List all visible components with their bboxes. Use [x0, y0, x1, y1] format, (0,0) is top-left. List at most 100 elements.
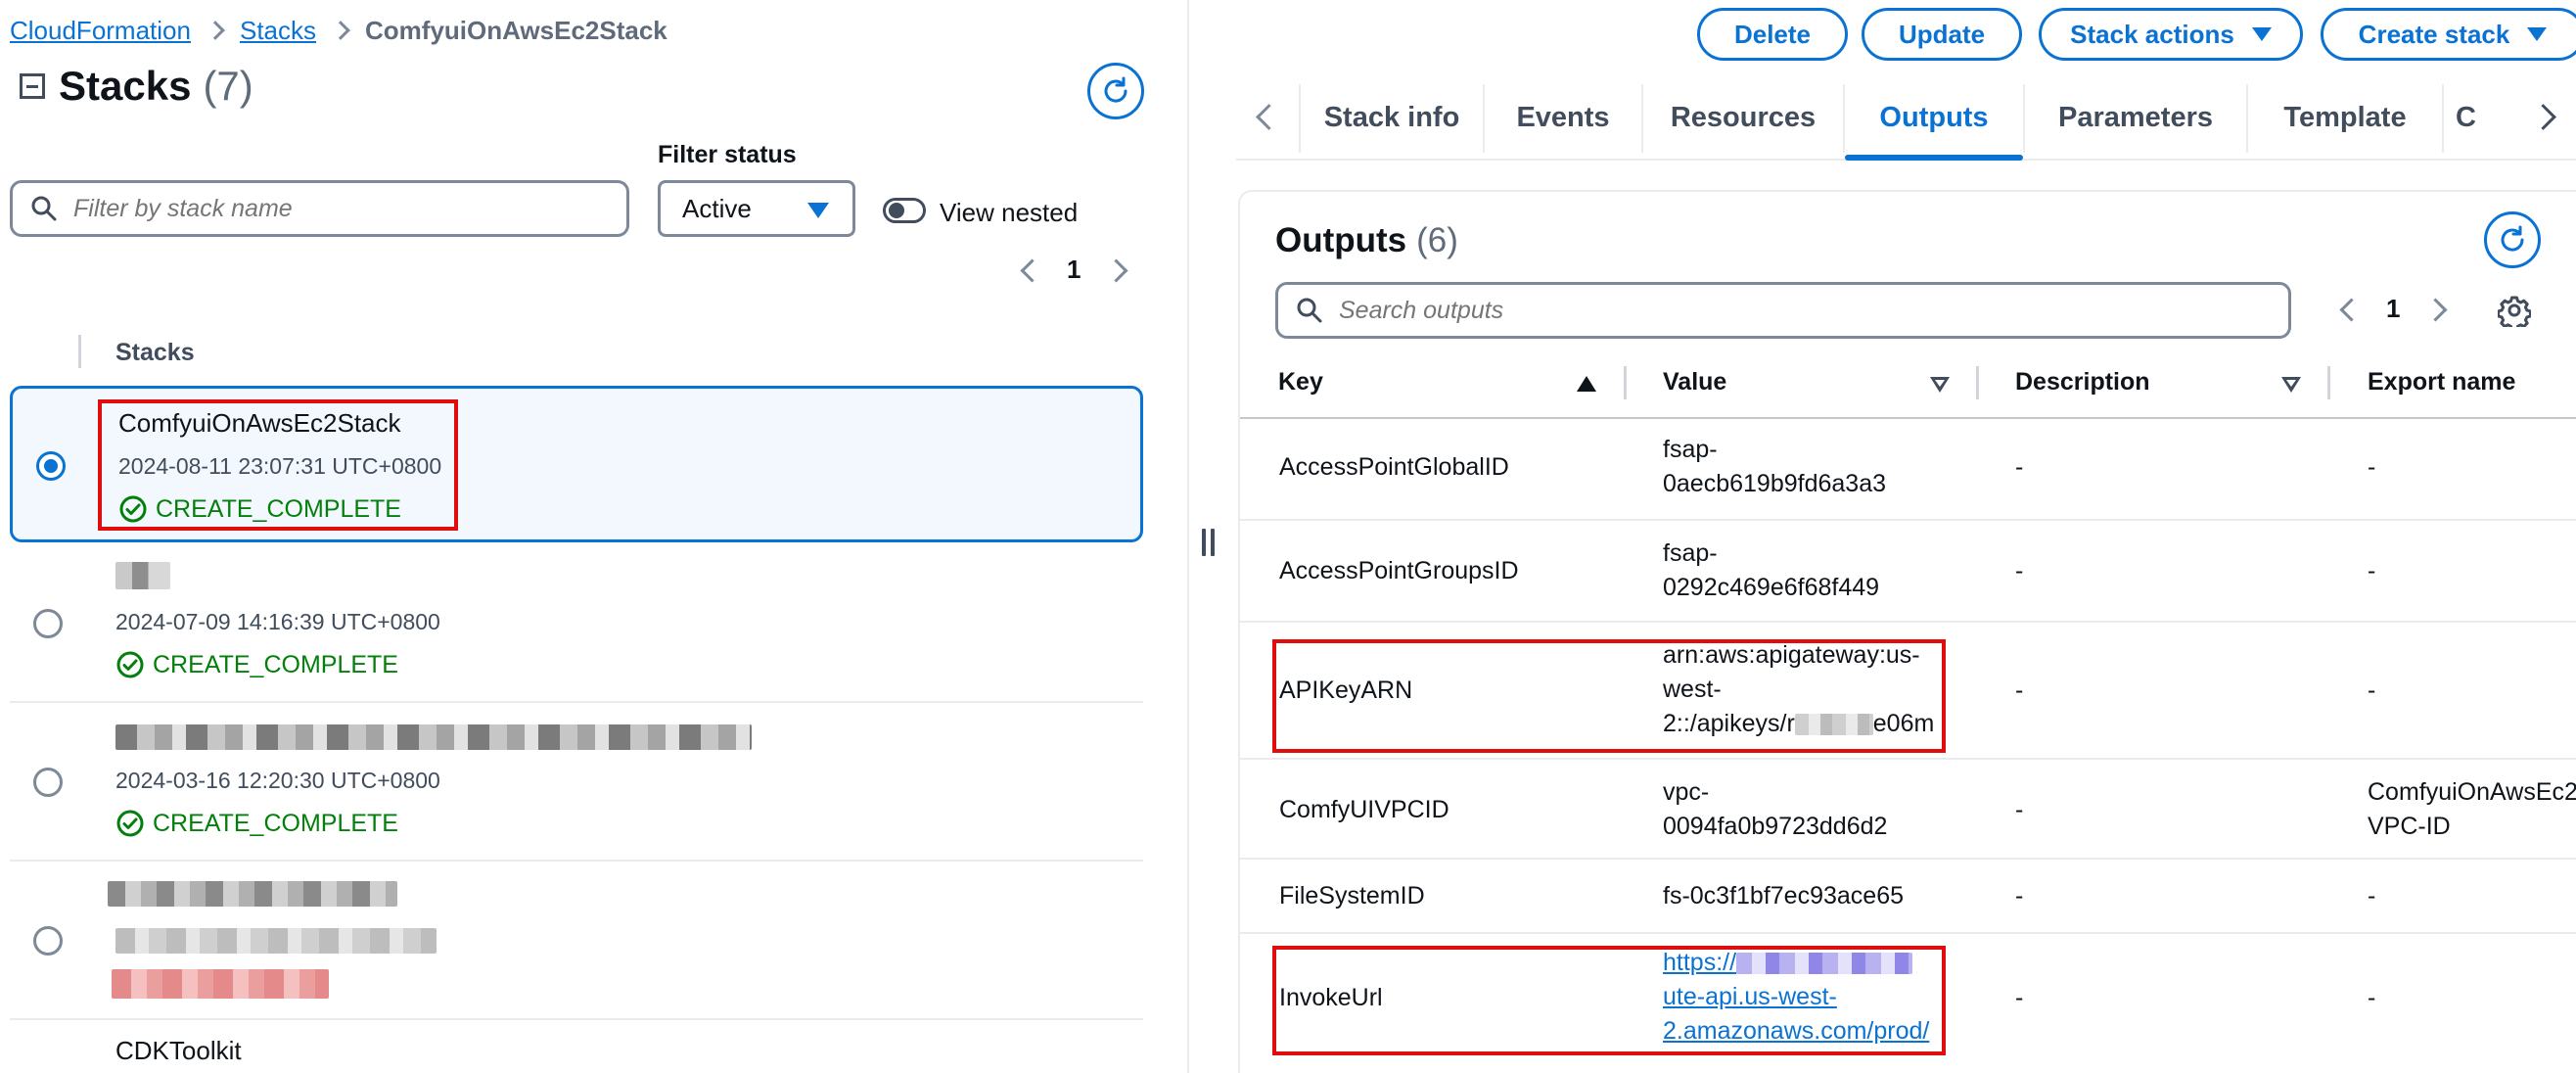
sort-icon[interactable]	[2281, 377, 2301, 393]
output-description: -	[2015, 882, 2024, 910]
tab-truncated[interactable]: C	[2456, 76, 2477, 159]
outputs-header: Outputs (6)	[1275, 221, 1458, 260]
refresh-stacks-button[interactable]	[1087, 63, 1144, 119]
view-nested-toggle[interactable]	[883, 198, 926, 223]
stack-created-date: 2024-03-16 12:20:30 UTC+0800	[115, 768, 440, 793]
stacks-count: (7)	[203, 63, 253, 109]
stack-item[interactable]: CDKToolkit	[10, 1022, 1143, 1073]
tab-events[interactable]: Events	[1485, 76, 1641, 159]
stacks-column-header: Stacks	[115, 339, 195, 366]
stack-name[interactable]: CDKToolkit	[115, 1036, 242, 1066]
stack-actions-button[interactable]: Stack actions	[2039, 8, 2303, 61]
refresh-icon	[1104, 76, 1127, 103]
update-button-label: Update	[1898, 19, 1986, 49]
settings-gear-icon[interactable]	[2498, 294, 2531, 327]
refresh-outputs-button[interactable]	[2484, 211, 2541, 268]
stack-status: CREATE_COMPLETE	[115, 809, 398, 838]
tabs-scroll-left-icon[interactable]	[1246, 96, 1285, 135]
resize-handle-icon[interactable]	[1198, 529, 1219, 558]
row-divider	[10, 701, 1143, 703]
sort-ascending-icon[interactable]	[1577, 376, 1596, 392]
output-key: FileSystemID	[1279, 882, 1425, 910]
output-export-name: -	[2368, 984, 2376, 1011]
row-divider	[1240, 858, 2576, 860]
output-value-line: 0094fa0b9723dd6d2	[1663, 813, 1888, 840]
breadcrumb-stacks[interactable]: Stacks	[240, 16, 316, 46]
stack-created-date: 2024-07-09 14:16:39 UTC+0800	[115, 609, 440, 634]
column-header-description[interactable]: Description	[2015, 368, 2150, 397]
column-header-export-name[interactable]: Export name	[2368, 368, 2515, 397]
outputs-pagination: 1	[2333, 294, 2453, 324]
column-resizer[interactable]	[1624, 366, 1627, 399]
highlight-box	[1617, 639, 1946, 753]
caret-down-icon	[2527, 27, 2548, 41]
output-description: -	[2015, 557, 2024, 584]
output-export-line: VPC-ID	[2368, 813, 2451, 840]
breadcrumb-cloudformation[interactable]: CloudFormation	[10, 16, 191, 46]
redacted-stack-name	[108, 881, 397, 907]
tab-parameters[interactable]: Parameters	[2025, 76, 2246, 159]
update-button[interactable]: Update	[1862, 8, 2022, 61]
stack-radio[interactable]	[33, 768, 63, 797]
output-value-line: fsap-	[1663, 539, 1718, 567]
stack-radio-selected[interactable]	[36, 451, 66, 481]
row-divider	[10, 860, 1143, 862]
filter-stack-name-field[interactable]	[10, 180, 629, 237]
stack-item[interactable]: 2024-07-09 14:16:39 UTC+0800 CREATE_COMP…	[10, 548, 1143, 703]
stacks-title: Stacks	[59, 63, 192, 109]
tab-outputs[interactable]: Outputs	[1845, 76, 2023, 161]
delete-button-label: Delete	[1733, 19, 1812, 49]
filter-status-select[interactable]: Active	[658, 180, 855, 237]
output-key: ComfyUIVPCID	[1279, 796, 1449, 823]
delete-button[interactable]: Delete	[1697, 8, 1848, 61]
stack-status-text: CREATE_COMPLETE	[153, 809, 398, 837]
stack-status-text: CREATE_COMPLETE	[153, 650, 398, 678]
column-header-key[interactable]: Key	[1278, 368, 1323, 397]
stacks-list-pane: CloudFormation Stacks ComfyuiOnAwsEc2Sta…	[0, 0, 1187, 1073]
output-value-line: 0292c469e6f68f449	[1663, 574, 1880, 601]
output-value: fs-0c3f1bf7ec93ace65	[1663, 882, 1905, 910]
chevron-left-icon[interactable]	[1014, 256, 1043, 285]
stack-radio[interactable]	[33, 609, 63, 638]
search-icon	[1297, 298, 1322, 323]
chevron-left-icon[interactable]	[2333, 295, 2363, 324]
filter-status-label: Filter status	[658, 141, 797, 168]
search-outputs-field[interactable]	[1275, 282, 2291, 339]
highlight-box	[1272, 639, 1621, 753]
collapse-panel-icon[interactable]	[20, 73, 45, 99]
column-resizer[interactable]	[1976, 366, 1979, 399]
search-outputs-input[interactable]	[1339, 296, 2134, 325]
tab-stack-info[interactable]: Stack info	[1301, 76, 1483, 159]
chevron-right-icon	[331, 21, 350, 40]
output-export-line: ComfyuiOnAwsEc2	[2368, 778, 2576, 806]
tab-resources[interactable]: Resources	[1643, 76, 1843, 159]
status-success-icon	[116, 810, 144, 837]
row-divider	[10, 1018, 1143, 1020]
chevron-right-icon[interactable]	[2423, 295, 2453, 324]
tab-template[interactable]: Template	[2248, 76, 2442, 159]
output-value-line: fsap-	[1663, 436, 1718, 463]
stack-item[interactable]: 2024-03-16 12:20:30 UTC+0800 CREATE_COMP…	[10, 705, 1143, 862]
stack-radio[interactable]	[33, 926, 63, 956]
caret-down-icon	[2251, 27, 2272, 41]
create-stack-label: Create stack	[2358, 19, 2510, 49]
stacks-page-number[interactable]: 1	[1067, 255, 1081, 285]
filter-stack-name-input[interactable]	[73, 194, 551, 223]
breadcrumb: CloudFormation Stacks ComfyuiOnAwsEc2Sta…	[10, 14, 667, 47]
stack-item[interactable]	[10, 863, 1143, 1020]
table-header-divider	[1240, 417, 2576, 419]
row-divider	[1240, 621, 2576, 623]
create-stack-button[interactable]: Create stack	[2321, 8, 2576, 61]
outputs-page-number[interactable]: 1	[2386, 294, 2400, 324]
chevron-right-icon[interactable]	[1104, 256, 1133, 285]
output-description: -	[2015, 984, 2024, 1011]
column-resizer[interactable]	[2327, 366, 2330, 399]
column-header-value[interactable]: Value	[1663, 368, 1726, 397]
redacted-stack-date	[115, 928, 437, 954]
tab-separator	[2442, 84, 2444, 153]
output-description: -	[2015, 796, 2024, 823]
tabs-scroll-right-icon[interactable]	[2528, 96, 2567, 135]
redacted-stack-name	[115, 724, 752, 750]
output-description: -	[2015, 453, 2024, 481]
sort-icon[interactable]	[1930, 377, 1950, 393]
